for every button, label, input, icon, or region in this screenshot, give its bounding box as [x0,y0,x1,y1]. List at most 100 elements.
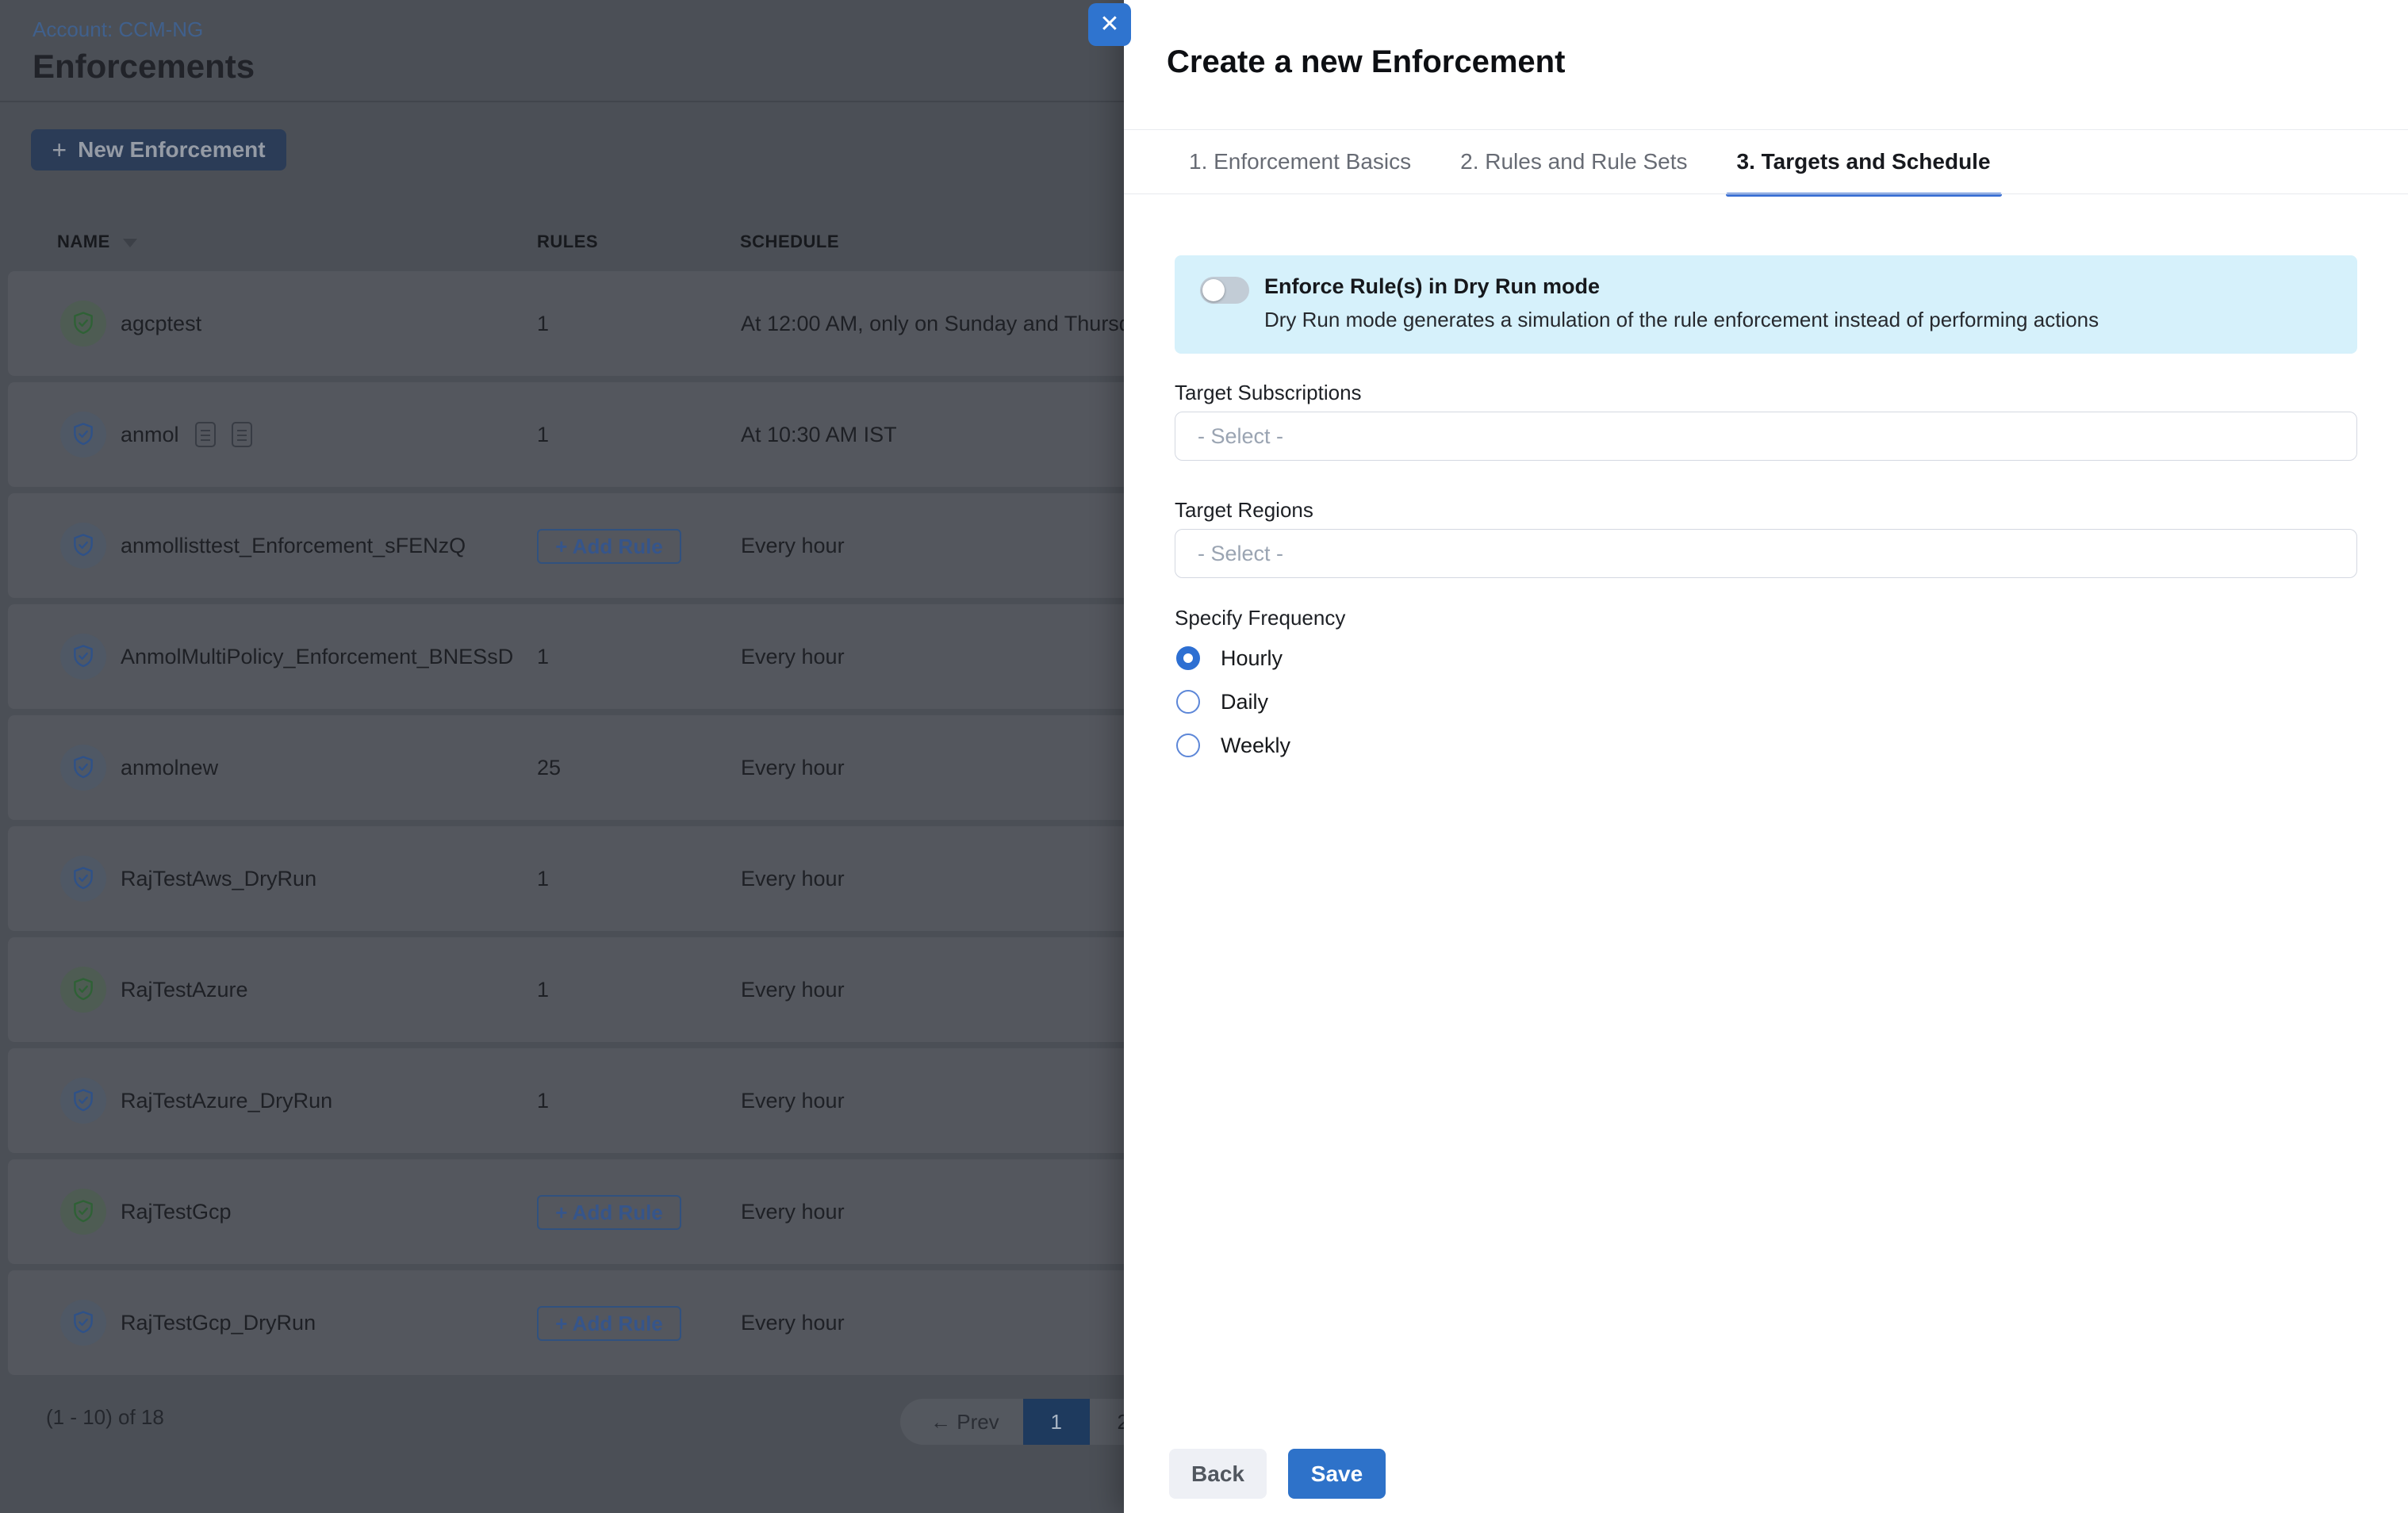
page-title: Enforcements [33,48,255,86]
table-row[interactable]: RajTestGcp_DryRun + Add Rule Every hour [8,1270,1182,1375]
shield-check-icon [60,412,106,458]
column-header-rules: RULES [537,232,598,252]
wizard-tab-2[interactable]: 2. Rules and Rule Sets [1449,141,1698,197]
radio-selected-icon [1176,646,1200,670]
enforcement-name: RajTestAzure [121,937,248,1042]
toggle-knob-icon [1202,279,1225,301]
sort-desc-icon [123,239,137,247]
screen: Account: CCM-NG Enforcements + New Enfor… [0,0,2408,1513]
shield-check-icon [60,1078,106,1124]
specify-frequency-label: Specify Frequency [1175,606,1345,630]
table-row[interactable]: anmol 1 At 10:30 AM IST [8,382,1182,487]
close-panel-button[interactable]: ✕ [1088,3,1131,46]
document-icon[interactable] [195,422,216,447]
table-row[interactable]: RajTestAws_DryRun 1 Every hour [8,826,1182,931]
table-row[interactable]: RajTestGcp + Add Rule Every hour [8,1159,1182,1264]
shield-check-icon [60,1189,106,1235]
frequency-option-label: Hourly [1221,646,1283,671]
frequency-radio-group: Hourly Daily Weekly [1176,646,1290,757]
schedule-text: Every hour [741,715,861,820]
enforcement-name: RajTestAzure_DryRun [121,1048,332,1153]
frequency-option-weekly[interactable]: Weekly [1176,734,1290,757]
enforcement-name: anmolnew [121,715,218,820]
enforcement-name: RajTestGcp [121,1159,232,1264]
shield-check-icon [60,523,106,569]
schedule-text: Every hour [741,493,861,598]
schedule-text: Every hour [741,1270,861,1375]
frequency-option-daily[interactable]: Daily [1176,690,1290,714]
target-subscriptions-select[interactable] [1175,412,2357,461]
rules-count: 1 [537,271,549,376]
rules-count: 1 [537,1048,549,1153]
account-breadcrumb-link[interactable]: Account: CCM-NG [33,17,203,42]
shield-check-icon [60,967,106,1013]
schedule-text: Every hour [741,1048,861,1153]
plus-icon: + [52,137,67,163]
table-row[interactable]: RajTestAzure 1 Every hour [8,937,1182,1042]
shield-check-icon [60,745,106,791]
add-rule-button[interactable]: + Add Rule [537,1306,681,1341]
enforcement-name: RajTestGcp_DryRun [121,1270,316,1375]
add-rule-button[interactable]: + Add Rule [537,1195,681,1230]
save-button[interactable]: Save [1288,1449,1386,1499]
rules-count: 1 [537,937,549,1042]
table-header-row: NAME RULES SCHEDULE [0,232,1124,259]
new-enforcement-button[interactable]: + New Enforcement [31,129,286,170]
enforcements-table-body: agcptest 1 At 12:00 AM, only on Sunday and… [8,271,1182,1381]
radio-unselected-icon [1176,734,1200,757]
frequency-option-label: Daily [1221,690,1268,714]
enforcement-name: anmollisttest_Enforcement_sFENzQ [121,493,466,598]
frequency-option-hourly[interactable]: Hourly [1176,646,1290,670]
column-header-schedule: SCHEDULE [740,232,839,252]
schedule-text: Every hour [741,826,861,931]
table-row[interactable]: agcptest 1 At 12:00 AM, only on Sunday and… [8,271,1182,376]
radio-unselected-icon [1176,690,1200,714]
target-regions-label: Target Regions [1175,498,1313,523]
create-enforcement-panel: Create a new Enforcement 1. Enforcement … [1124,0,2408,1513]
tabs-bottom-border [1124,193,2408,194]
dry-run-toggle[interactable] [1200,277,1249,304]
enforcement-name: anmol [121,382,252,487]
dry-run-title: Enforce Rule(s) in Dry Run mode [1264,274,1600,299]
dry-run-banner: Enforce Rule(s) in Dry Run mode Dry Run … [1175,255,2357,354]
wizard-tabs: 1. Enforcement Basics 2. Rules and Rule S… [1178,141,2002,197]
column-header-name[interactable]: NAME [57,232,137,252]
panel-title-divider [1124,129,2408,130]
dry-run-description: Dry Run mode generates a simulation of t… [1264,308,2099,332]
rules-count: 1 [537,382,549,487]
pagination-controls: ← Prev 1 2 [900,1399,1162,1445]
shield-check-icon [60,856,106,902]
pagination-prev-button[interactable]: ← Prev [900,1399,1023,1445]
table-row[interactable]: anmollisttest_Enforcement_sFENzQ + Add Ru… [8,493,1182,598]
shield-check-icon [60,301,106,347]
enforcement-name: RajTestAws_DryRun [121,826,316,931]
schedule-text: At 10:30 AM IST [741,382,913,487]
rules-count: 1 [537,826,549,931]
target-subscriptions-label: Target Subscriptions [1175,381,1362,405]
header-divider [0,101,1124,102]
enforcement-name: AnmolMultiPolicy_Enforcement_BNESsD [121,604,513,709]
shield-check-icon [60,634,106,680]
table-row[interactable]: RajTestAzure_DryRun 1 Every hour [8,1048,1182,1153]
target-regions-select[interactable] [1175,529,2357,578]
rules-count: 25 [537,715,561,820]
rules-count: 1 [537,604,549,709]
pagination-summary: (1 - 10) of 18 [46,1405,164,1430]
schedule-text: Every hour [741,937,861,1042]
table-row[interactable]: anmolnew 25 Every hour [8,715,1182,820]
wizard-tab-3[interactable]: 3. Targets and Schedule [1726,141,2002,197]
schedule-text: At 12:00 AM, only on Sunday and Thursday [741,271,1169,376]
back-button[interactable]: Back [1169,1449,1267,1499]
new-enforcement-button-label: New Enforcement [78,137,266,163]
shield-check-icon [60,1300,106,1346]
schedule-text: Every hour [741,1159,861,1264]
schedule-text: Every hour [741,604,861,709]
enforcement-name: agcptest [121,271,201,376]
wizard-tab-1[interactable]: 1. Enforcement Basics [1178,141,1422,197]
add-rule-button[interactable]: + Add Rule [537,529,681,564]
frequency-option-label: Weekly [1221,734,1290,758]
pagination-page-1[interactable]: 1 [1023,1399,1090,1445]
table-row[interactable]: AnmolMultiPolicy_Enforcement_BNESsD1 Ever… [8,604,1182,709]
document-icon[interactable] [232,422,252,447]
panel-title: Create a new Enforcement [1167,44,1565,80]
